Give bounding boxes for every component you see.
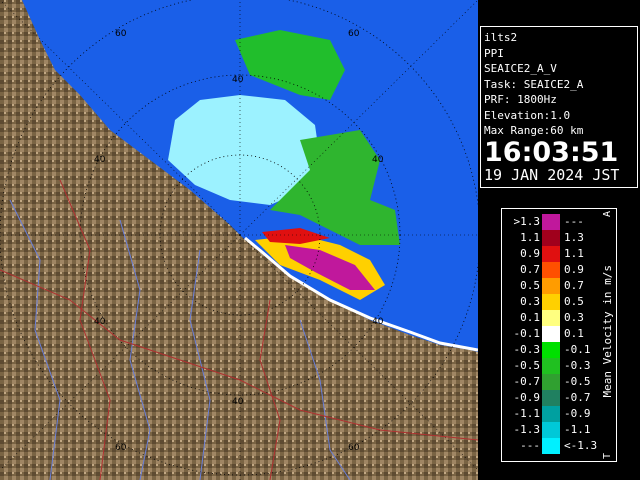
legend-row: -0.3 -0.1 — [502, 342, 602, 358]
legend-color-swatch — [542, 438, 560, 454]
legend-color-swatch — [542, 326, 560, 342]
legend-lower-bound: 0.5 — [520, 279, 540, 292]
elevation-value: Elevation:1.0 — [484, 108, 571, 122]
legend-title: Mean Velocity in m/s — [601, 265, 614, 398]
legend-row: -0.5 -0.3 — [502, 358, 602, 374]
legend-color-swatch — [542, 390, 560, 406]
legend-upper-bound: 0.5 — [564, 295, 584, 308]
legend-color-swatch — [542, 342, 560, 358]
legend-color-swatch — [542, 262, 560, 278]
legend-lower-bound: 0.9 — [520, 247, 540, 260]
legend-color-swatch — [542, 246, 560, 262]
legend-upper-bound: 1.3 — [564, 231, 584, 244]
range-label: 40 — [372, 317, 384, 327]
legend-row: -1.3 -1.1 — [502, 422, 602, 438]
legend-row: 0.7 0.9 — [502, 262, 602, 278]
legend-upper-bound: 0.3 — [564, 311, 584, 324]
site-name: ilts2 — [484, 31, 518, 44]
legend-color-swatch — [542, 406, 560, 422]
legend-lower-bound: >1.3 — [513, 215, 541, 228]
legend-upper-bound: -0.1 — [564, 343, 591, 356]
range-label: 60 — [348, 443, 360, 453]
legend-color-swatch — [542, 230, 560, 246]
legend-row: >1.3 --- — [502, 214, 602, 230]
legend-row: 0.1 0.3 — [502, 310, 602, 326]
legend-upper-bound: <-1.3 — [564, 439, 598, 452]
scan-info-panel: ilts2 PPI SEAICE2_A_V Task: SEAICE2_A PR… — [480, 26, 638, 188]
legend-row: 0.9 1.1 — [502, 246, 602, 262]
legend-color-swatch — [542, 294, 560, 310]
legend-upper-bound: --- — [564, 215, 584, 228]
legend-row: -0.7 -0.5 — [502, 374, 602, 390]
legend-row: --- <-1.3 — [502, 438, 602, 454]
legend-lower-bound: 0.7 — [520, 263, 540, 276]
scan-date: 19 JAN 2024 JST — [484, 165, 620, 184]
legend-row: -0.1 0.1 — [502, 326, 602, 342]
legend-color-swatch — [542, 214, 560, 230]
legend-color-swatch — [542, 422, 560, 438]
legend-lower-bound: -0.3 — [513, 343, 541, 356]
range-label: 40 — [372, 155, 384, 165]
legend-lower-bound: -0.7 — [513, 375, 541, 388]
legend-bottom-mark: T — [602, 452, 613, 459]
scan-name: SEAICE2_A_V — [484, 62, 557, 75]
legend-lower-bound: -1.1 — [513, 407, 541, 420]
legend-lower-bound: 0.3 — [520, 295, 540, 308]
legend-row: 0.5 0.7 — [502, 278, 602, 294]
legend-row: 0.3 0.5 — [502, 294, 602, 310]
task-name: Task: SEAICE2_A — [484, 77, 584, 91]
velocity-legend: >1.3 --- 1.1 1.3 0.9 1.1 0.7 0.9 0.5 0.7 0.3 0.5 0.1… — [501, 208, 617, 462]
legend-top-mark: A — [602, 211, 613, 218]
radar-ppi-display: 60 40 60 40 40 40 40 40 60 60 — [0, 0, 478, 480]
range-label: 60 — [115, 29, 127, 39]
legend-upper-bound: -0.7 — [564, 391, 591, 404]
range-label: 40 — [94, 317, 106, 327]
range-label: 40 — [232, 397, 244, 407]
legend-upper-bound: -0.5 — [564, 375, 591, 388]
legend-row: -1.1 -0.9 — [502, 406, 602, 422]
legend-row: 1.1 1.3 — [502, 230, 602, 246]
legend-upper-bound: -0.3 — [564, 359, 591, 372]
legend-upper-bound: 0.9 — [564, 263, 584, 276]
range-label: 40 — [94, 155, 106, 165]
legend-lower-bound: -0.1 — [513, 327, 541, 340]
legend-upper-bound: 1.1 — [564, 247, 584, 260]
legend-upper-bound: 0.1 — [564, 327, 584, 340]
legend-upper-bound: -0.9 — [564, 407, 591, 420]
legend-lower-bound: 0.1 — [520, 311, 540, 324]
prf-value: PRF: 1800Hz — [484, 93, 557, 106]
legend-color-swatch — [542, 278, 560, 294]
range-label: 40 — [232, 75, 244, 85]
scan-time: 16:03:51 — [484, 136, 619, 168]
legend-lower-bound: -0.5 — [513, 359, 541, 372]
legend-upper-bound: 0.7 — [564, 279, 584, 292]
legend-upper-bound: -1.1 — [564, 423, 591, 436]
legend-color-swatch — [542, 310, 560, 326]
legend-lower-bound: 1.1 — [520, 231, 540, 244]
range-label: 60 — [115, 443, 127, 453]
legend-lower-bound: -1.3 — [513, 423, 541, 436]
range-label: 60 — [348, 29, 360, 39]
legend-color-swatch — [542, 374, 560, 390]
legend-lower-bound: -0.9 — [513, 391, 541, 404]
legend-color-swatch — [542, 358, 560, 374]
legend-row: -0.9 -0.7 — [502, 390, 602, 406]
legend-lower-bound: --- — [520, 439, 540, 452]
product-type: PPI — [484, 46, 504, 60]
